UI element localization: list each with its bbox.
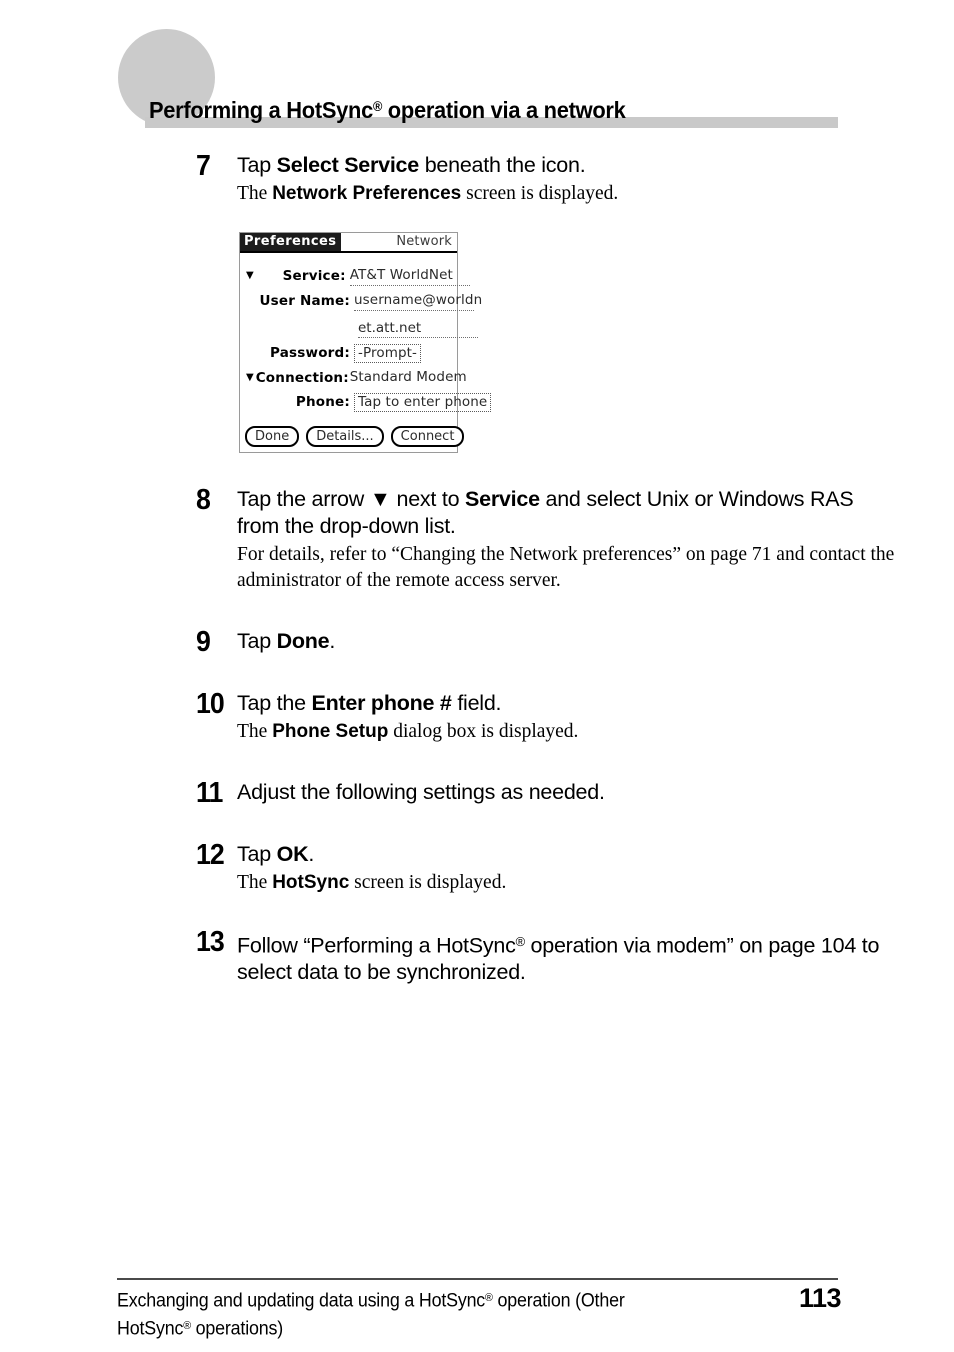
step-number: 7 [196, 150, 211, 182]
step-note: The Network Preferences screen is displa… [237, 181, 896, 207]
text-run: Tap the arrow ▼ next to [237, 487, 466, 511]
step-body: Tap Done. [237, 628, 896, 655]
palm-field-row: Password: -Prompt- [246, 344, 451, 363]
palm-field-value[interactable]: Standard Modem [350, 369, 467, 386]
step-item-8: 8 Tap the arrow ▼ next to Service and sel… [196, 486, 896, 594]
text-run: Tap [237, 842, 277, 866]
page-title: Performing a HotSync® operation via a ne… [149, 96, 626, 124]
palm-field-value[interactable]: username@worldn [354, 292, 482, 311]
footer-line1-prefix: Exchanging and updating data using a Hot… [117, 1290, 486, 1312]
text-run: . [329, 629, 336, 653]
step-instruction: Tap OK. [237, 841, 896, 868]
palm-field-label: Service: [282, 268, 346, 284]
step-item-10: 10 Tap the Enter phone # field. The Phone … [196, 690, 896, 745]
text-run: Service [465, 487, 540, 511]
text-run: Follow “Performing a HotSync [237, 933, 516, 958]
step-body: Tap the arrow ▼ next to Service and sele… [237, 486, 896, 594]
text-run: Tap [237, 153, 277, 177]
palm-field-label: Phone: [295, 394, 350, 410]
step-note: The HotSync screen is displayed. [237, 870, 896, 896]
text-run: beneath the icon. [418, 153, 586, 177]
step-body: Tap Select Service beneath the icon. The … [237, 152, 896, 207]
palm-field-value[interactable]: -Prompt- [354, 344, 421, 363]
step-item-11: 11 Adjust the following settings as neede… [196, 777, 896, 809]
step-number: 10 [196, 688, 225, 720]
text-run: HotSync [272, 872, 350, 893]
step-instruction: Tap Done. [237, 628, 896, 655]
palm-field-row: Phone: Tap to enter phone [246, 393, 492, 412]
step-number: 8 [196, 484, 211, 516]
text-run: The [237, 872, 273, 893]
palm-network-preferences-screenshot: Preferences Network ▼ Service: AT&T WorldN… [239, 232, 492, 453]
step-instruction: Tap Select Service beneath the icon. [237, 152, 896, 179]
page-number: 113 [798, 1283, 842, 1313]
step-item-12: 12 Tap OK. The HotSync screen is displayed… [196, 841, 896, 896]
footer-line2-suffix: operations) [190, 1318, 283, 1340]
text-run: screen is displayed. [349, 872, 507, 893]
palm-form: ▼ Service: AT&T WorldNet User Name: username… [240, 253, 492, 412]
text-run: The [237, 183, 273, 204]
step-item-7: 7 Tap Select Service beneath the icon. The… [196, 152, 896, 207]
palm-title-bar: Preferences Network [240, 233, 457, 253]
text-run: Network Preferences [272, 183, 462, 204]
footer-divider [117, 1278, 838, 1280]
palm-field-value-line2[interactable]: et.att.net [358, 320, 478, 338]
palm-button-details[interactable]: Details... [306, 426, 384, 447]
text-run: Adjust the following settings as needed. [237, 780, 605, 804]
palm-field-value[interactable]: AT&T WorldNet [349, 267, 470, 286]
text-run: dialog box is displayed. [388, 721, 579, 742]
text-run: Tap [237, 629, 277, 653]
page-title-prefix: Performing a HotSync [149, 96, 373, 123]
footer-text: Exchanging and updating data using a Hot… [117, 1286, 681, 1341]
footer-line2-prefix: HotSync [117, 1318, 184, 1340]
text-run: Enter phone # [311, 691, 452, 715]
palm-field-row: ▼ Service: AT&T WorldNet [246, 267, 470, 286]
registered-mark-icon: ® [183, 1319, 191, 1332]
palm-field-label: Password: [270, 345, 350, 361]
step-note: The Phone Setup dialog box is displayed. [237, 719, 896, 745]
palm-field-value[interactable]: Tap to enter phone [354, 393, 492, 412]
text-run: Tap the [237, 691, 312, 715]
chevron-down-icon[interactable]: ▼ [246, 267, 254, 285]
text-run: field. [451, 691, 502, 715]
step-body: Adjust the following settings as needed. [237, 779, 896, 806]
palm-field-label: Connection: [255, 370, 349, 386]
palm-field-row: ▼ Connection: Standard Modem [246, 369, 467, 387]
registered-mark-icon: ® [372, 98, 383, 114]
footer-line1-suffix: operation (Other [492, 1290, 625, 1312]
text-run: . [308, 842, 315, 866]
text-run: Done [276, 629, 330, 653]
step-instruction: Tap the Enter phone # field. [237, 690, 896, 717]
palm-field-row: User Name: username@worldn [246, 292, 482, 311]
palm-button-row: Done Details... Connect [245, 426, 465, 447]
text-run: ® [515, 934, 526, 949]
step-number: 11 [196, 777, 223, 809]
text-run: OK [276, 842, 309, 866]
chevron-down-icon[interactable]: ▼ [246, 369, 254, 387]
step-instruction: Adjust the following settings as needed. [237, 779, 896, 806]
step-note: For details, refer to “Changing the Netw… [237, 542, 896, 594]
step-instruction: Follow “Performing a HotSync® operation … [237, 928, 896, 986]
palm-app-title: Preferences [240, 233, 342, 251]
step-body: Tap OK. The HotSync screen is displayed. [237, 841, 896, 896]
step-number: 12 [196, 839, 225, 871]
palm-button-connect[interactable]: Connect [390, 426, 465, 447]
step-body: Tap the Enter phone # field. The Phone Se… [237, 690, 896, 745]
step-number: 9 [196, 626, 211, 658]
text-run: screen is displayed. [461, 183, 619, 204]
palm-field-label: User Name: [259, 293, 350, 309]
text-run: Phone Setup [272, 721, 389, 742]
step-item-13: 13 Follow “Performing a HotSync® operatio… [196, 928, 896, 986]
text-run: For details, refer to “Changing the Netw… [237, 544, 895, 591]
text-run: The [237, 721, 273, 742]
registered-mark-icon: ® [485, 1292, 493, 1304]
palm-screen-title: Network [396, 234, 452, 249]
step-instruction: Tap the arrow ▼ next to Service and sele… [237, 486, 896, 540]
step-number: 13 [196, 926, 225, 958]
palm-button-done[interactable]: Done [245, 426, 300, 447]
page-title-suffix: operation via a network [382, 96, 626, 123]
step-item-9: 9 Tap Done. [196, 626, 896, 658]
text-run: Select Service [276, 153, 420, 177]
step-body: Follow “Performing a HotSync® operation … [237, 928, 896, 986]
